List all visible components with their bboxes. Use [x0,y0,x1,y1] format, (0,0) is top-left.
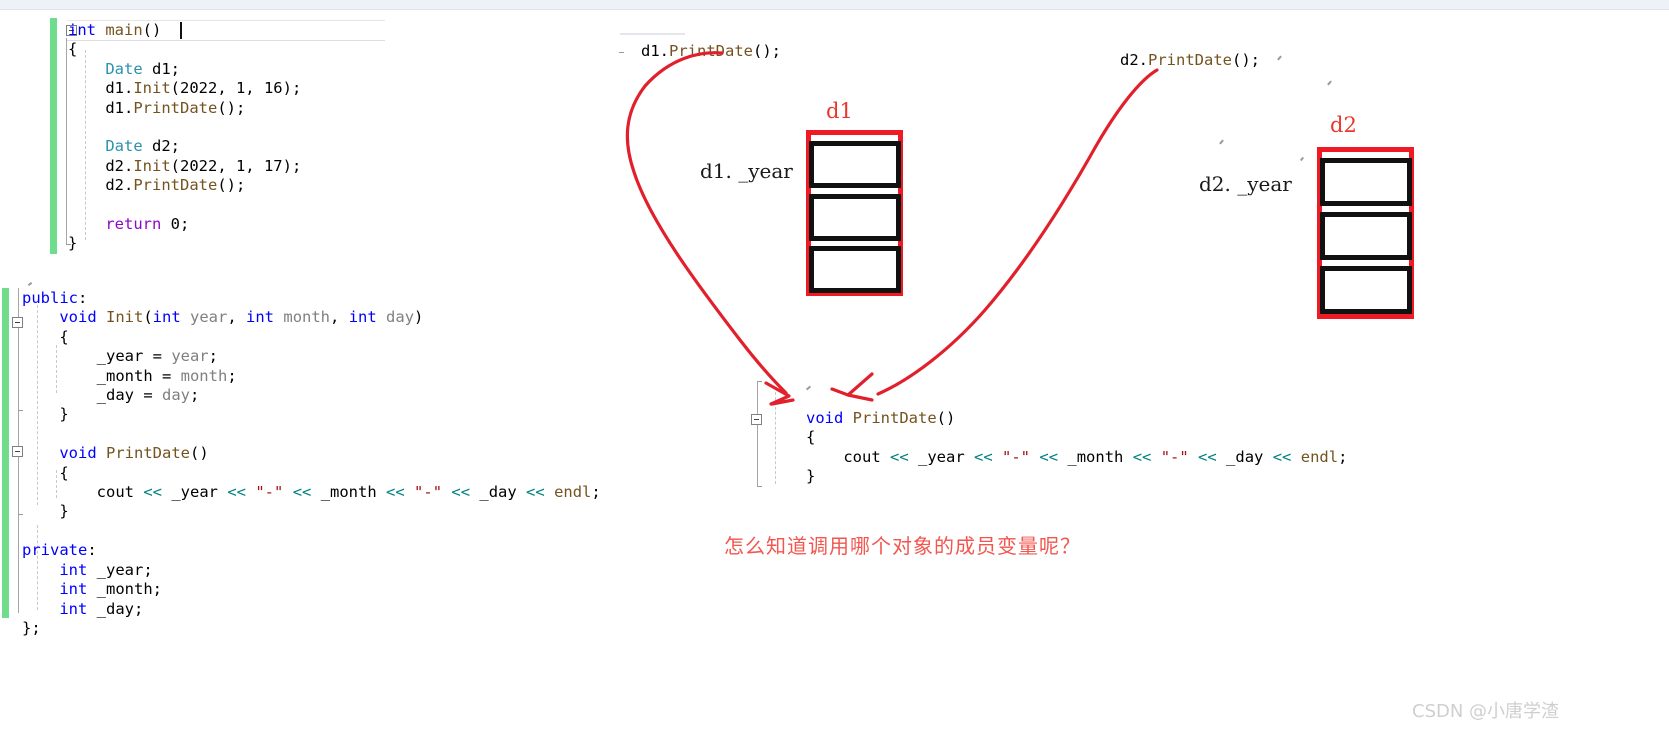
arrow-d2-to-printdate [876,68,1159,396]
csdn-watermark: CSDN @小唐学渣 [1412,701,1560,722]
chinese-question-note: 怎么知道调用哪个对象的成员变量呢？ [724,534,1081,558]
arrow-d1-to-printdate [625,51,788,395]
arrow-d2-head [846,372,874,402]
arrow-d2-head-tail [830,387,850,397]
screenshot-root: int main(){ Date d1; d1.Init(2022, 1, 16… [0,0,1669,744]
annotation-arrows-layer [625,51,1159,406]
